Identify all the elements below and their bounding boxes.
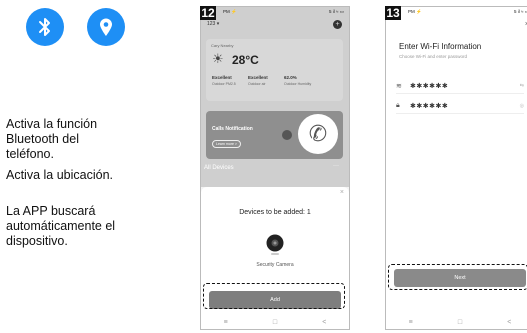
notification-title: Calls Notification <box>212 126 253 132</box>
phone-icon: ✆ <box>298 114 338 154</box>
close-icon[interactable]: × <box>340 189 344 196</box>
wifi-password-value: ✱✱✱✱✱✱ <box>410 103 449 110</box>
add-button-highlight <box>203 283 345 309</box>
temperature: 28°C <box>232 53 259 67</box>
menu-icon[interactable]: ≡ <box>409 319 413 326</box>
sun-icon: ☀ <box>212 51 224 66</box>
system-nav-bar: ≡ □ < <box>386 315 527 329</box>
status-bar: PM ⚡ 5 il ≈ ▭ <box>386 7 527 17</box>
all-devices-label: All Devices <box>204 165 234 171</box>
learn-more-button[interactable]: Learn more > <box>212 140 241 148</box>
switch-network-icon[interactable]: ⇆ <box>520 83 524 89</box>
wifi-password-field[interactable]: 🔒︎ ✱✱✱✱✱✱ ◎ <box>396 99 524 114</box>
system-nav-bar: ≡ □ < <box>201 315 349 329</box>
status-right: 5 il ≈ ▭ <box>329 9 344 14</box>
status-left: PM ⚡ <box>223 9 237 14</box>
status-right: 5 il ≈ ▭ <box>514 9 527 14</box>
back-icon[interactable]: < <box>322 319 326 326</box>
humidity-label: Outdoor Humidity <box>284 82 312 86</box>
calls-notification-card[interactable]: Calls Notification Learn more > ✆ <box>206 111 343 159</box>
more-icon[interactable]: ··· <box>333 163 339 169</box>
humidity-value: 62.0% <box>284 75 297 80</box>
weather-card[interactable]: Cary Nearby ☀ 28°C Excellent Outdoor PM2… <box>206 39 343 101</box>
wifi-ssid-field[interactable]: ≋ ✱✱✱✱✱✱ ⇆ <box>396 79 524 94</box>
show-password-icon[interactable]: ◎ <box>520 103 524 109</box>
sheet-title: Devices to be added: 1 <box>239 209 311 216</box>
lock-icon: 🔒︎ <box>396 102 400 109</box>
wifi-ssid-value: ✱✱✱✱✱✱ <box>410 83 449 90</box>
camera-icon <box>265 234 285 258</box>
instruction-location: Activa la ubicación. <box>6 168 114 182</box>
page-subtitle: Choose Wi-Fi and enter password <box>399 54 468 59</box>
wifi-icon: ≋ <box>396 83 402 90</box>
air-quality-value: Excellent <box>212 75 232 80</box>
weather-location: Cary Nearby <box>211 43 234 48</box>
menu-icon[interactable]: ≡ <box>224 319 228 326</box>
instruction-bluetooth: Activa la función Bluetooth del teléfono… <box>6 117 98 161</box>
page-title: Enter Wi-Fi Information <box>399 42 482 51</box>
air-quality-label: Outdoor PM2.5 <box>212 82 236 86</box>
bluetooth-icon <box>26 8 64 46</box>
instruction-search: La APP buscará automáticamente el dispos… <box>6 204 116 248</box>
back-icon[interactable]: < <box>507 319 511 326</box>
next-button-highlight <box>388 264 527 290</box>
phone-screen-step12: PM ⚡ 5 il ≈ ▭ 123 ▾ + Cary Nearby ☀ 28°C… <box>200 6 350 330</box>
device-name: Security Camera <box>256 262 294 268</box>
home-icon[interactable]: □ <box>458 319 462 326</box>
status-bar: PM ⚡ 5 il ≈ ▭ <box>201 7 349 17</box>
status-left: PM ⚡ <box>408 9 422 14</box>
comfort-value: Excellent <box>248 75 268 80</box>
bell-icon <box>282 130 292 140</box>
step-badge: 13 <box>385 6 401 20</box>
home-icon[interactable]: □ <box>273 319 277 326</box>
location-icon <box>87 8 125 46</box>
home-selector[interactable]: 123 ▾ <box>207 21 219 27</box>
step-badge: 12 <box>200 6 216 20</box>
comfort-label: Outdoor air <box>248 82 266 86</box>
add-device-icon[interactable]: + <box>333 20 342 29</box>
